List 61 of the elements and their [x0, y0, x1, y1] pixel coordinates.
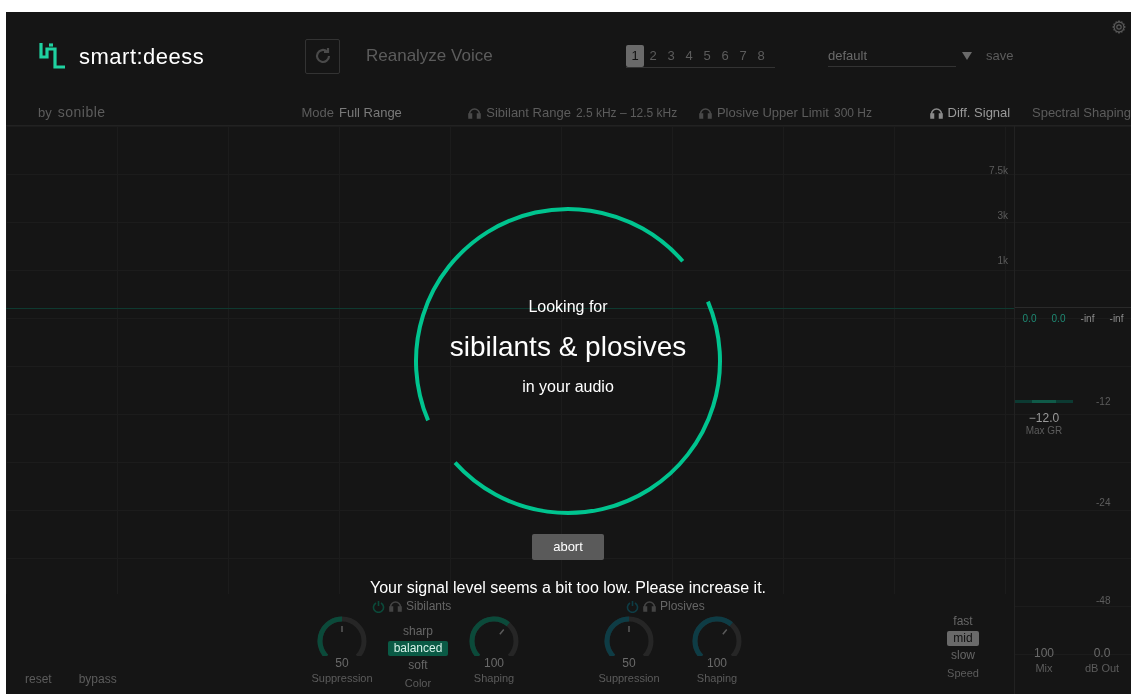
output-value: 100 [1034, 646, 1054, 660]
output-value: 0.0 [1093, 646, 1111, 660]
knob-label: Shaping [473, 671, 515, 686]
knob-label: Suppression [598, 671, 660, 686]
knob-value: 100 [484, 656, 504, 670]
abort-button[interactable]: abort [532, 534, 604, 560]
logo-text: smart:deess [79, 42, 205, 71]
preset-slot[interactable]: 6 [716, 44, 734, 67]
option[interactable]: balanced [387, 641, 449, 656]
option[interactable]: fast [947, 614, 979, 629]
meter-reading: 0.0 [1050, 312, 1067, 326]
spectral-shaping-label: Spectral Shaping [1032, 103, 1131, 122]
meter-reading: -inf [1079, 312, 1096, 326]
overlay-title: sibilants & plosives [449, 330, 687, 364]
db-scale-label: -24 [1096, 496, 1112, 510]
knob-value: 50 [622, 656, 636, 670]
brand-name: sonible [57, 103, 106, 122]
preset-field[interactable]: default [828, 45, 956, 67]
frequency-label: 7.5k [989, 164, 1008, 178]
option-label: Color [404, 676, 432, 691]
save-button[interactable]: save [986, 46, 1014, 66]
preset-slot[interactable]: 4 [680, 44, 698, 67]
preset-slot[interactable]: 2 [644, 44, 662, 67]
output-label: dB Out [1084, 661, 1120, 676]
warning-message: Your signal level seems a bit too low. Please increase it. [368, 578, 768, 598]
option[interactable]: soft [402, 658, 434, 673]
max-gr-value: −12.0 [1027, 411, 1061, 425]
option[interactable]: sharp [397, 624, 439, 639]
parameter-toggle[interactable]: Plosive Upper Limit 300 Hz [698, 102, 930, 123]
mode-label: Mode [301, 103, 334, 122]
bypass-button[interactable]: bypass [78, 670, 117, 688]
db-scale-label: -48 [1096, 594, 1112, 608]
section-title: Plosives [660, 598, 705, 615]
meter-reading: 0.0 [1021, 312, 1038, 326]
preset-slot[interactable]: 3 [662, 44, 680, 67]
parameter-toggle[interactable]: Sibilant Range 2.5 kHz – 12.5 kHz [468, 102, 699, 123]
overlay-text: in your audio [522, 377, 614, 397]
parameter-toggle[interactable]: Diff. Signal [929, 102, 1032, 123]
frequency-label: 1k [997, 254, 1008, 268]
knob-label: Shaping [696, 671, 738, 686]
reanalyze-label: Reanalyze Voice [366, 45, 494, 68]
frequency-label: 3k [997, 209, 1008, 223]
meter-reading: -inf [1108, 312, 1125, 326]
option[interactable]: mid [947, 631, 979, 646]
section-title: Sibilants [406, 598, 452, 615]
mode-value[interactable]: Full Range [338, 102, 451, 123]
output-label: Mix [1035, 661, 1053, 676]
overlay-text: Looking for [528, 297, 608, 317]
db-scale-label: -12 [1096, 395, 1111, 409]
knob-value: 100 [707, 656, 727, 670]
knob-label: Suppression [311, 671, 373, 686]
reset-button[interactable]: reset [25, 670, 52, 688]
max-gr-label: Max GR [1024, 425, 1064, 437]
option[interactable]: slow [945, 648, 981, 663]
preset-slot[interactable]: 8 [752, 44, 770, 67]
preset-slot[interactable]: 1 [626, 44, 644, 67]
preset-slot[interactable]: 7 [734, 44, 752, 67]
option-label: Speed [947, 666, 979, 681]
by-label: by [38, 103, 52, 122]
knob-value: 50 [335, 656, 349, 670]
preset-slot[interactable]: 5 [698, 44, 716, 67]
